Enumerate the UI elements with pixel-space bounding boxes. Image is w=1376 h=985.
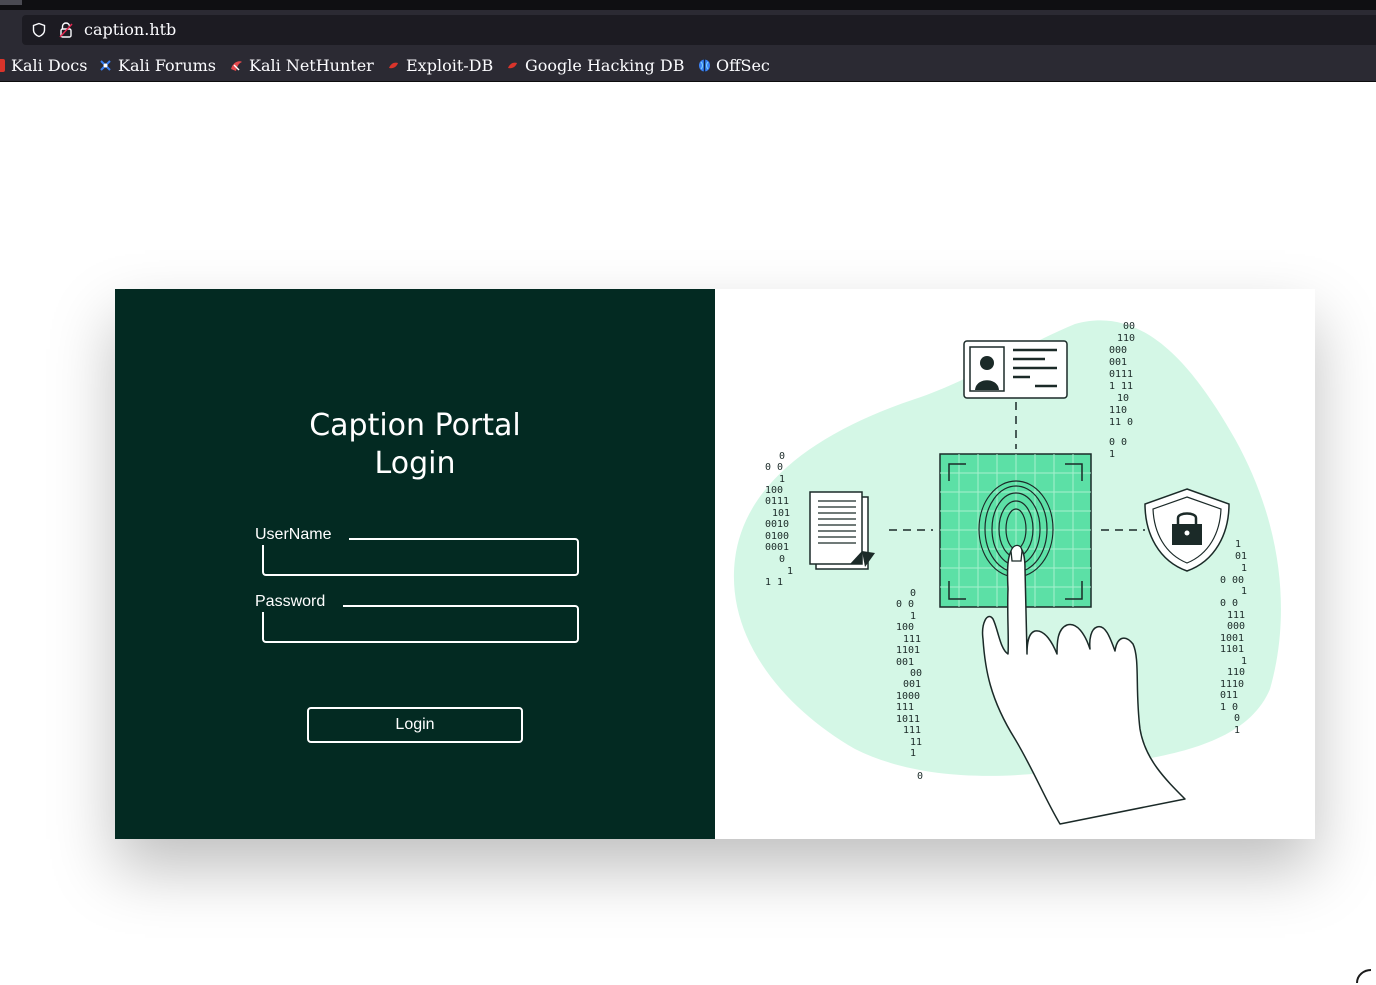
svg-text:1 0: 1 0: [1220, 702, 1238, 713]
loading-spinner-icon: [1356, 969, 1372, 984]
svg-text:0 0: 0 0: [765, 462, 783, 473]
svg-text:111: 111: [1227, 610, 1245, 621]
svg-text:11: 11: [910, 737, 922, 748]
svg-text:00: 00: [1123, 321, 1135, 332]
svg-text:10: 10: [1117, 393, 1129, 404]
svg-text:000: 000: [1227, 621, 1245, 632]
navigation-toolbar: caption.htb: [0, 10, 1376, 48]
bookmark-label: Exploit-DB: [406, 55, 494, 75]
username-label: UserName: [255, 526, 332, 543]
bookmark-kali-docs[interactable]: Kali Docs: [0, 55, 88, 75]
bookmark-kali-nethunter[interactable]: Kali NetHunter: [230, 55, 374, 75]
svg-text:0: 0: [910, 588, 916, 599]
svg-text:011: 011: [1220, 690, 1238, 701]
svg-text:111: 111: [903, 725, 921, 736]
username-input[interactable]: [268, 544, 573, 570]
svg-text:00: 00: [910, 668, 922, 679]
google-hacking-db-icon: [508, 62, 517, 68]
svg-text:01: 01: [1235, 551, 1247, 562]
svg-text:000: 000: [1109, 345, 1127, 356]
bookmark-label: Google Hacking DB: [525, 55, 685, 75]
svg-text:0 0: 0 0: [1109, 437, 1127, 448]
title-line-2: Login: [374, 446, 456, 481]
document-icon: [809, 491, 875, 570]
page-title: Caption Portal Login: [115, 407, 715, 483]
login-button[interactable]: Login: [307, 707, 523, 743]
svg-text:100: 100: [765, 485, 783, 496]
svg-text:1001: 1001: [1220, 633, 1244, 644]
svg-text:110: 110: [1117, 333, 1135, 344]
svg-text:100: 100: [896, 622, 914, 633]
kali-docs-icon: [0, 58, 5, 72]
svg-text:001: 001: [1109, 357, 1127, 368]
svg-text:001: 001: [896, 657, 914, 668]
bookmark-kali-forums[interactable]: Kali Forums: [99, 55, 217, 75]
svg-text:1: 1: [910, 611, 916, 622]
svg-text:0 0: 0 0: [896, 599, 914, 610]
login-card: Caption Portal Login UserName Password L…: [115, 289, 1315, 839]
tab-strip: [0, 0, 1376, 10]
svg-text:0010: 0010: [765, 519, 789, 530]
svg-text:0: 0: [917, 771, 923, 782]
svg-text:1110: 1110: [1220, 679, 1244, 690]
svg-text:1011: 1011: [896, 714, 920, 725]
svg-text:101: 101: [772, 508, 790, 519]
svg-text:1101: 1101: [1220, 644, 1244, 655]
svg-text:0 00: 0 00: [1220, 575, 1244, 586]
svg-text:0: 0: [1234, 713, 1240, 724]
url-text[interactable]: caption.htb: [84, 20, 176, 39]
svg-text:1: 1: [1241, 563, 1247, 574]
svg-text:001: 001: [903, 679, 921, 690]
svg-text:1: 1: [1241, 656, 1247, 667]
svg-text:110: 110: [1227, 667, 1245, 678]
exploit-db-icon: [389, 62, 398, 68]
svg-text:0: 0: [779, 554, 785, 565]
svg-text:1 1: 1 1: [765, 577, 783, 588]
svg-text:1: 1: [1241, 586, 1247, 597]
svg-text:1000: 1000: [896, 691, 920, 702]
address-bar[interactable]: caption.htb: [22, 15, 1376, 45]
bookmark-label: Kali NetHunter: [249, 55, 374, 75]
active-tab-edge[interactable]: [0, 0, 22, 5]
fingerprint-security-illustration: 00110000 00101111 11 1011011 0 0 01 00 0…: [733, 320, 1281, 825]
svg-text:111: 111: [896, 702, 914, 713]
page-content: Caption Portal Login UserName Password L…: [0, 82, 1376, 985]
id-card-icon: [963, 340, 1068, 399]
kali-nethunter-icon: [231, 60, 242, 71]
bookmark-offsec[interactable]: OffSec: [698, 55, 770, 75]
bookmark-label: Kali Docs: [11, 55, 88, 75]
bookmark-google-hacking-db[interactable]: Google Hacking DB: [506, 55, 685, 75]
svg-text:0001: 0001: [765, 542, 789, 553]
bookmarks-toolbar: Kali Docs Kali Forums Kali NetHunter Exp…: [0, 48, 1376, 82]
svg-text:0111: 0111: [1109, 369, 1133, 380]
svg-text:1: 1: [787, 566, 793, 577]
svg-text:0 0: 0 0: [1220, 598, 1238, 609]
bookmark-label: OffSec: [716, 55, 770, 75]
svg-text:1 11: 1 11: [1109, 381, 1133, 392]
svg-text:111: 111: [903, 634, 921, 645]
bookmark-label: Kali Forums: [118, 55, 217, 75]
svg-text:11 0: 11 0: [1109, 417, 1133, 428]
tracking-protection-shield-icon[interactable]: [31, 22, 47, 38]
kali-forums-icon: [100, 59, 111, 71]
svg-text:110: 110: [1109, 405, 1127, 416]
svg-text:1: 1: [910, 748, 916, 759]
svg-text:1: 1: [1109, 449, 1115, 460]
login-panel: Caption Portal Login UserName Password L…: [115, 289, 715, 839]
svg-text:0100: 0100: [765, 531, 789, 542]
title-line-1: Caption Portal: [309, 408, 521, 443]
svg-text:1: 1: [1235, 539, 1241, 550]
bookmark-exploit-db[interactable]: Exploit-DB: [387, 55, 494, 75]
svg-text:1: 1: [779, 474, 785, 485]
illustration-panel: 00 110 000 001 0111 1 11 10 110 11 0 0 01 00 0…: [715, 289, 1315, 839]
svg-text:1101: 1101: [896, 645, 920, 656]
password-input[interactable]: [268, 611, 573, 637]
svg-text:1: 1: [1234, 725, 1240, 736]
password-label: Password: [255, 593, 326, 610]
offsec-icon: [699, 59, 710, 71]
svg-text:0: 0: [779, 451, 785, 462]
lock-insecure-icon[interactable]: [58, 21, 74, 39]
svg-text:0111: 0111: [765, 496, 789, 507]
